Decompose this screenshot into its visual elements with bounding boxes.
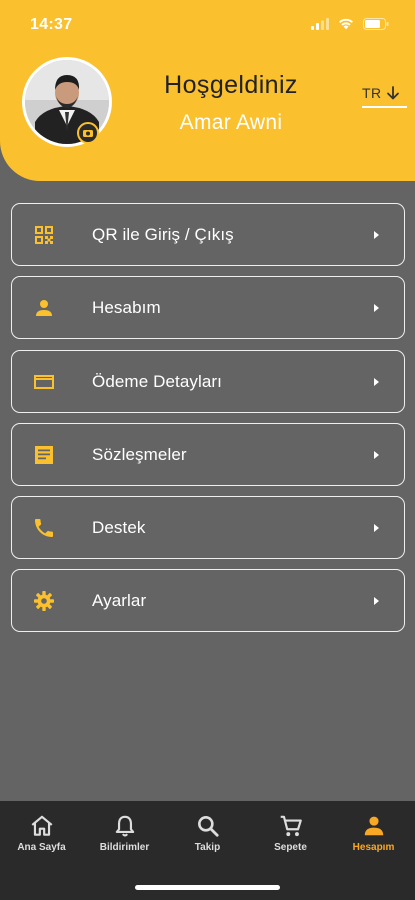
tab-account[interactable]: Hesapım xyxy=(332,813,415,853)
cart-icon xyxy=(280,815,302,837)
document-icon xyxy=(35,445,53,464)
tab-tracking[interactable]: Takip xyxy=(166,813,249,853)
chevron-right-icon xyxy=(374,450,379,459)
chevron-right-icon xyxy=(374,377,379,386)
tab-label: Bildirimler xyxy=(99,842,150,853)
credit-card-icon xyxy=(34,374,54,389)
menu-item-account[interactable]: Hesabım xyxy=(11,276,405,340)
chevron-right-icon xyxy=(374,304,379,313)
menu-item-label: Hesabım xyxy=(92,298,161,318)
wifi-icon xyxy=(339,18,353,30)
person-icon xyxy=(364,816,383,836)
language-code: TR xyxy=(362,85,382,101)
status-bar: 14:37 xyxy=(0,0,415,52)
home-indicator xyxy=(135,885,280,890)
menu-item-support[interactable]: Destek xyxy=(11,496,405,560)
tab-notifications[interactable]: Bildirimler xyxy=(83,813,166,853)
status-time: 14:37 xyxy=(30,16,73,33)
menu-item-label: Destek xyxy=(92,518,146,538)
phone-icon xyxy=(35,519,53,538)
tab-label: Takip xyxy=(194,842,221,853)
menu-item-label: QR ile Giriş / Çıkış xyxy=(92,225,234,244)
qr-code-icon xyxy=(35,226,53,244)
menu-item-qr-checkin[interactable]: QR ile Giriş / Çıkış xyxy=(11,203,405,266)
bell-icon xyxy=(115,815,134,837)
language-selector[interactable]: TR xyxy=(362,80,407,108)
user-name: Amar Awni xyxy=(179,111,283,134)
chevron-right-icon xyxy=(374,231,379,239)
arrow-down-icon xyxy=(386,86,399,100)
signal-icon xyxy=(311,18,329,30)
tab-label: Sepete xyxy=(274,842,307,853)
chevron-right-icon xyxy=(374,597,379,606)
avatar-edit-badge[interactable] xyxy=(77,122,99,144)
menu-item-label: Sözleşmeler xyxy=(92,444,187,464)
camera-icon xyxy=(83,130,93,137)
account-menu: QR ile Giriş / Çıkış Hesabım Ödeme Detay… xyxy=(11,203,405,643)
battery-icon xyxy=(363,18,389,30)
tab-label: Ana Sayfa xyxy=(17,842,66,853)
menu-item-label: Ödeme Detayları xyxy=(92,371,222,391)
menu-item-label: Ayarlar xyxy=(92,591,147,611)
welcome-title: Hoşgeldiniz xyxy=(164,71,298,99)
home-icon xyxy=(31,815,52,836)
menu-item-payment-details[interactable]: Ödeme Detayları xyxy=(11,349,405,413)
person-icon xyxy=(36,300,52,317)
menu-item-agreements[interactable]: Sözleşmeler xyxy=(11,422,405,486)
gear-icon xyxy=(34,591,54,612)
tab-home[interactable]: Ana Sayfa xyxy=(0,813,83,853)
search-icon xyxy=(197,816,219,837)
tab-cart[interactable]: Sepete xyxy=(249,813,332,853)
menu-item-settings[interactable]: Ayarlar xyxy=(11,569,405,633)
tab-label: Hesapım xyxy=(352,842,395,853)
chevron-right-icon xyxy=(374,524,379,533)
